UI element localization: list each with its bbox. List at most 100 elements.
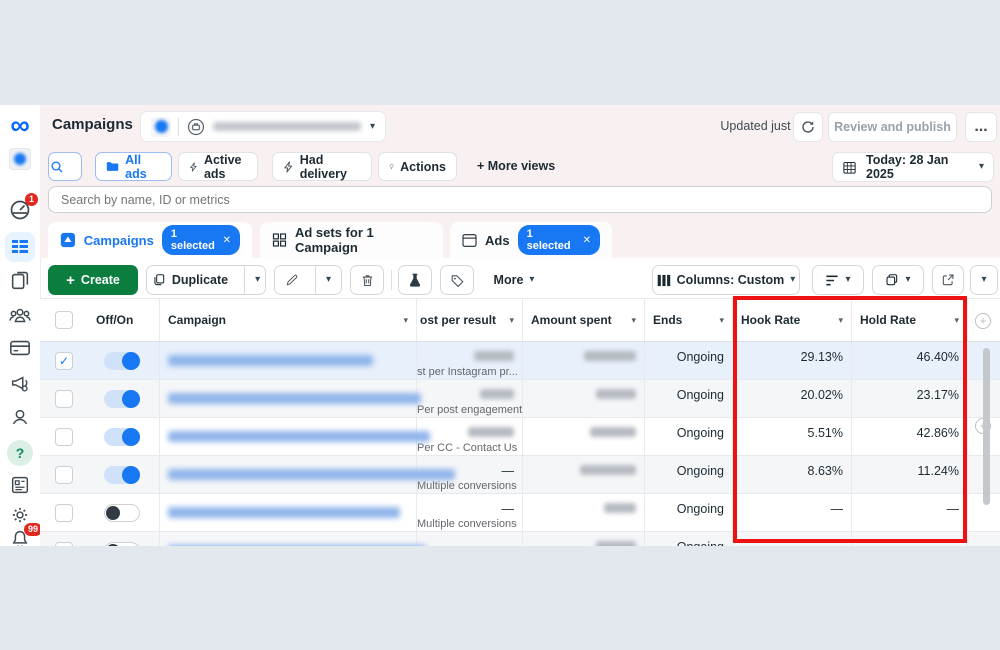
sidebar-item-notifications[interactable]: 99 — [0, 528, 40, 546]
date-range-selector[interactable]: Today: 28 Jan 2025 ▾ — [832, 152, 994, 182]
ends-value: Ongoing — [645, 532, 732, 546]
col-off-on[interactable]: Off/On — [88, 299, 160, 341]
calendar-icon — [842, 160, 857, 175]
cost-per-result-label: Multiple conversions — [417, 516, 522, 530]
duplicate-button[interactable]: Duplicate — [142, 266, 238, 294]
campaign-toggle[interactable] — [104, 428, 140, 446]
filter-had-delivery[interactable]: Had delivery — [272, 152, 372, 181]
toggle-knob — [106, 544, 120, 547]
tab-ad-sets[interactable]: Ad sets for 1 Campaign — [260, 222, 443, 258]
cost-per-result-label: st per Instagram pr... — [417, 364, 522, 378]
row-checkbox[interactable] — [55, 428, 73, 446]
columns-button[interactable]: Columns: Custom▾ — [652, 265, 800, 295]
export-dropdown[interactable]: ▾ — [970, 265, 998, 295]
reports-button[interactable]: ▾ — [872, 265, 924, 295]
close-icon[interactable]: ✕ — [223, 235, 231, 246]
sidebar-item-campaigns[interactable] — [0, 232, 40, 262]
row-checkbox[interactable] — [55, 542, 73, 547]
col-ends[interactable]: Ends▾ — [645, 299, 733, 341]
selected-count-pill[interactable]: 1 selected✕ — [162, 225, 240, 255]
cost-per-result-label: Multiple conversions — [417, 478, 522, 492]
breakdown-button[interactable]: ▾ — [812, 265, 864, 295]
sort-icon[interactable]: ▾ — [954, 315, 959, 326]
tag-button[interactable] — [440, 265, 474, 295]
row-checkbox[interactable]: ✓ — [55, 352, 73, 370]
more-views-button[interactable]: + More views — [477, 159, 555, 173]
duplicate-dropdown[interactable]: ▾ — [244, 266, 270, 294]
meta-infinity-icon: ∞ — [10, 112, 29, 138]
header-more-button[interactable]: ... — [965, 112, 997, 142]
search-input[interactable] — [48, 186, 992, 213]
filter-all-ads[interactable]: All ads — [95, 152, 172, 181]
edit-button[interactable] — [275, 266, 309, 294]
export-button[interactable] — [932, 265, 964, 295]
hold-rate-value: 42.86% — [852, 418, 967, 440]
hook-rate-value: 20.02% — [733, 380, 851, 402]
hold-rate-value: — — [852, 494, 967, 516]
select-all-checkbox[interactable] — [55, 311, 73, 329]
sidebar-item-account-quality[interactable] — [0, 406, 40, 428]
campaign-toggle[interactable] — [104, 542, 140, 547]
more-actions-button[interactable]: More▾ — [484, 265, 544, 295]
review-and-publish-button[interactable]: Review and publish — [828, 112, 957, 142]
sort-icon[interactable]: ▾ — [509, 315, 514, 326]
sidebar-account-avatar[interactable] — [0, 148, 40, 170]
delete-button[interactable] — [350, 265, 384, 295]
ends-value: Ongoing — [645, 342, 732, 364]
folder-icon — [106, 160, 119, 173]
sidebar-item-audiences[interactable] — [0, 304, 40, 326]
selected-count-pill[interactable]: 1 selected✕ — [518, 225, 600, 255]
col-hook-rate[interactable]: Hook Rate▾ — [733, 299, 852, 341]
filter-actions[interactable]: Actions — [378, 152, 457, 181]
filter-active-ads[interactable]: Active ads — [178, 152, 258, 181]
close-icon[interactable]: ✕ — [583, 235, 591, 246]
sidebar-item-home[interactable]: 1 — [0, 197, 40, 221]
left-sidebar: ∞ 1 — [0, 105, 41, 546]
table-row: ✓st per Instagram pr...Ongoing29.13%46.4… — [40, 342, 1000, 380]
amount-spent-redacted — [584, 351, 636, 361]
ad-account-selector[interactable]: ▾ — [140, 111, 386, 142]
campaign-toggle[interactable] — [104, 352, 140, 370]
col-campaign[interactable]: Campaign▾ — [160, 299, 417, 341]
refresh-button[interactable] — [793, 112, 823, 142]
create-button[interactable]: +Create — [48, 265, 138, 295]
sidebar-item-news[interactable] — [0, 474, 40, 496]
col-amount-spent[interactable]: Amount spent▾ — [523, 299, 645, 341]
tab-ads[interactable]: Ads 1 selected✕ — [450, 222, 612, 258]
sort-icon[interactable]: ▾ — [719, 315, 724, 326]
sort-icon[interactable]: ▾ — [403, 315, 408, 326]
sidebar-item-help[interactable]: ? — [0, 440, 40, 466]
sidebar-item-billing[interactable] — [0, 338, 40, 358]
ab-test-button[interactable] — [398, 265, 432, 295]
row-checkbox[interactable] — [55, 466, 73, 484]
sort-icon[interactable]: ▾ — [631, 315, 636, 326]
sidebar-item-ads-settings[interactable] — [0, 372, 40, 394]
campaign-name-redacted[interactable] — [168, 545, 426, 546]
amount-spent-redacted — [604, 503, 636, 513]
vertical-scrollbar[interactable] — [983, 348, 990, 505]
campaign-name-redacted[interactable] — [168, 469, 455, 480]
row-checkbox[interactable] — [55, 390, 73, 408]
campaign-toggle[interactable] — [104, 504, 140, 522]
campaign-name-redacted[interactable] — [168, 431, 430, 442]
duplicate-icon — [152, 273, 166, 287]
campaign-toggle[interactable] — [104, 390, 140, 408]
hold-rate-value — [852, 532, 967, 540]
sidebar-item-pages[interactable] — [0, 270, 40, 292]
campaign-name-redacted[interactable] — [168, 393, 421, 404]
add-column-button[interactable]: + — [975, 313, 991, 329]
sort-icon[interactable]: ▾ — [838, 315, 843, 326]
row-checkbox[interactable] — [55, 504, 73, 522]
table-row: Per CC - Contact UsOngoing5.51%42.86% — [40, 418, 1000, 456]
campaign-name-redacted[interactable] — [168, 507, 400, 518]
toggle-knob — [122, 466, 140, 484]
col-cost-per-result[interactable]: ost per result▾ — [417, 299, 523, 341]
search-filter-button[interactable] — [48, 152, 82, 181]
campaign-name-redacted[interactable] — [168, 355, 373, 366]
divider — [178, 118, 179, 136]
tab-campaigns[interactable]: Campaigns 1 selected✕ — [48, 222, 252, 258]
edit-dropdown[interactable]: ▾ — [315, 266, 341, 294]
meta-logo[interactable]: ∞ — [0, 112, 40, 138]
col-hold-rate[interactable]: Hold Rate▾ — [852, 299, 968, 341]
campaign-toggle[interactable] — [104, 466, 140, 484]
